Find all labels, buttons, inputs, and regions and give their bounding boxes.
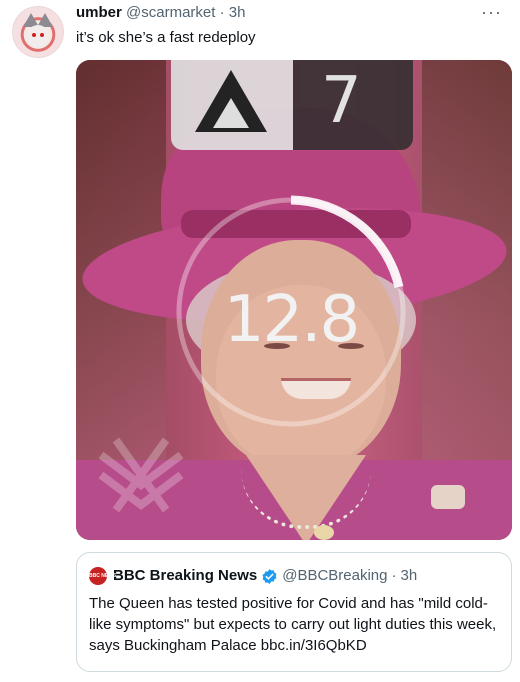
cooldown-counter: 12.8: [223, 283, 361, 357]
verified-badge-icon: [262, 568, 277, 584]
avatar-eye-right: [40, 33, 44, 37]
quoted-timestamp[interactable]: 3h: [401, 567, 418, 585]
tweet-header: umber @scarmarket · 3h: [76, 4, 245, 22]
quoted-tweet-text: The Queen has tested positive for Covid …: [89, 595, 497, 654]
quoted-tweet-header: BBC NEWS BBC Breaking News @BBCBreaking …: [89, 567, 417, 585]
quoted-author-name[interactable]: BBC Breaking News: [113, 567, 257, 585]
quoted-author-handle[interactable]: @BBCBreaking: [282, 567, 387, 585]
bbc-news-avatar[interactable]: BBC NEWS: [89, 567, 116, 585]
game-watermark-icon: [98, 437, 184, 513]
author-handle[interactable]: @scarmarket: [126, 4, 215, 21]
hud-number: 7: [321, 64, 362, 138]
tweet-text: it’s ok she’s a fast redeploy: [76, 29, 256, 46]
coat-button: [314, 525, 334, 540]
avatar[interactable]: [12, 6, 64, 58]
quoted-tweet[interactable]: BBC NEWS BBC Breaking News @BBCBreaking …: [76, 552, 512, 672]
brooch: [431, 485, 465, 509]
game-hud-overlay: 7: [171, 60, 413, 150]
tweet-media-image[interactable]: 7 12.8: [76, 60, 512, 540]
avatar-face: [27, 25, 49, 47]
quoted-separator-dot: ·: [391, 567, 397, 584]
triangle-icon-inner: [213, 98, 249, 128]
separator-dot: ·: [219, 4, 225, 21]
tweet[interactable]: umber @scarmarket · 3h ··· it’s ok she’s…: [0, 0, 520, 682]
author-name[interactable]: umber: [76, 4, 122, 21]
avatar-eye-left: [32, 33, 36, 37]
more-options-icon[interactable]: ···: [481, 2, 502, 23]
tweet-timestamp[interactable]: 3h: [229, 4, 246, 21]
